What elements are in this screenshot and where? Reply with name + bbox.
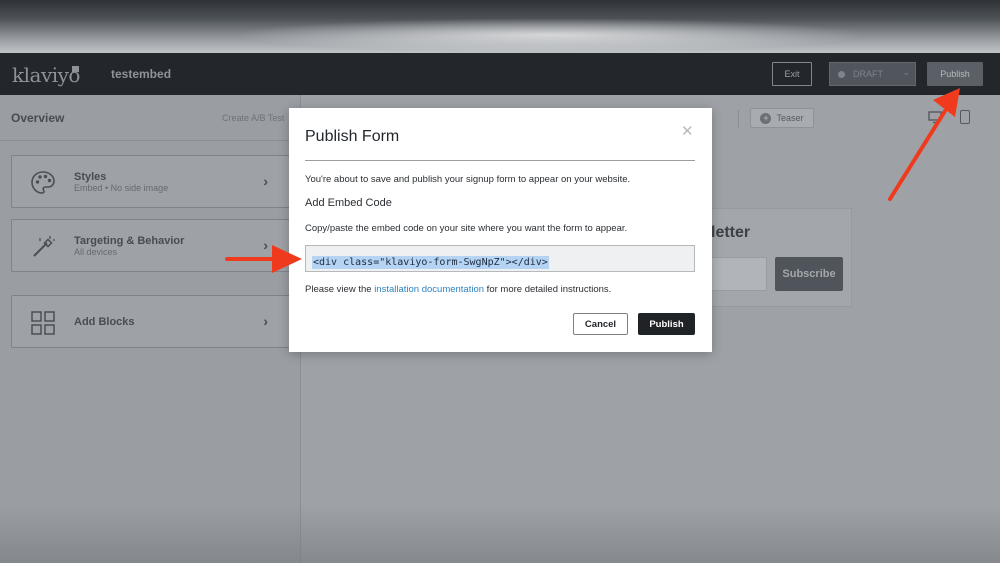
publish-button[interactable]: Publish — [638, 313, 695, 335]
sidebar-item-targeting[interactable]: Targeting & Behavior All devices › — [11, 219, 291, 272]
blocks-grid-icon — [30, 310, 56, 336]
logo-flag-icon — [72, 66, 79, 72]
sidebar-title: Overview — [11, 111, 65, 125]
note-suffix: for more detailed instructions. — [484, 284, 612, 295]
installation-note: Please view the installation documentati… — [305, 284, 611, 295]
form-name: testembed — [111, 67, 172, 81]
plus-circle-icon: + — [760, 112, 772, 124]
status-dropdown[interactable]: DRAFT ⌄ — [829, 62, 916, 86]
sidebar-item-sublabel: Embed • No side image — [74, 183, 169, 193]
klaviyo-logo: klaviyo — [12, 63, 80, 87]
chevron-right-icon: › — [263, 173, 268, 189]
app-header: klaviyo testembed Exit DRAFT ⌄ Publish — [0, 53, 1000, 95]
header-publish-button[interactable]: Publish — [927, 62, 983, 86]
preview-subscribe-button: Subscribe — [775, 257, 843, 291]
modal-title: Publish Form — [305, 128, 400, 145]
embed-code-text[interactable]: <div class="klaviyo-form-SwgNpZ"></div> — [312, 256, 549, 269]
toolbar-divider — [738, 110, 739, 128]
magic-wand-icon — [30, 234, 56, 260]
chevron-down-icon: ⌄ — [902, 67, 910, 77]
exit-button[interactable]: Exit — [772, 62, 812, 86]
note-prefix: Please view the — [305, 284, 375, 295]
status-dot-icon — [838, 70, 845, 78]
teaser-button[interactable]: + Teaser — [750, 108, 814, 128]
preview-heading: letter — [711, 224, 751, 241]
embed-section-title: Add Embed Code — [305, 197, 392, 209]
sidebar: Overview Create A/B Test Styles Embed • … — [0, 95, 301, 563]
sidebar-item-styles[interactable]: Styles Embed • No side image › — [11, 155, 291, 208]
sidebar-item-label: Targeting & Behavior — [74, 235, 185, 247]
chevron-right-icon: › — [263, 313, 268, 329]
teaser-label: Teaser — [776, 113, 804, 123]
sidebar-item-add-blocks[interactable]: Add Blocks › — [11, 295, 291, 348]
cancel-button[interactable]: Cancel — [573, 313, 628, 335]
status-label: DRAFT — [853, 69, 883, 79]
sidebar-item-label: Styles — [74, 171, 107, 183]
blur-glow — [230, 18, 870, 52]
mobile-icon[interactable] — [960, 110, 970, 124]
browser-top-blur — [0, 0, 1000, 53]
sidebar-item-label: Add Blocks — [74, 316, 135, 328]
sidebar-header: Overview Create A/B Test — [0, 95, 301, 141]
create-ab-test-link[interactable]: Create A/B Test — [222, 113, 284, 123]
installation-documentation-link[interactable]: installation documentation — [374, 284, 484, 295]
publish-form-modal: Publish Form ✕ You're about to save and … — [289, 108, 712, 352]
bottom-blur — [0, 505, 1000, 563]
chevron-right-icon: › — [263, 237, 268, 253]
close-icon[interactable]: ✕ — [681, 124, 694, 139]
modal-divider — [305, 160, 695, 161]
copy-instruction: Copy/paste the embed code on your site w… — [305, 223, 628, 234]
sidebar-item-sublabel: All devices — [74, 247, 118, 257]
embed-code-field[interactable]: <div class="klaviyo-form-SwgNpZ"></div> — [305, 245, 695, 272]
desktop-icon[interactable] — [928, 110, 942, 124]
palette-icon — [30, 170, 56, 196]
modal-description: You're about to save and publish your si… — [305, 174, 631, 185]
